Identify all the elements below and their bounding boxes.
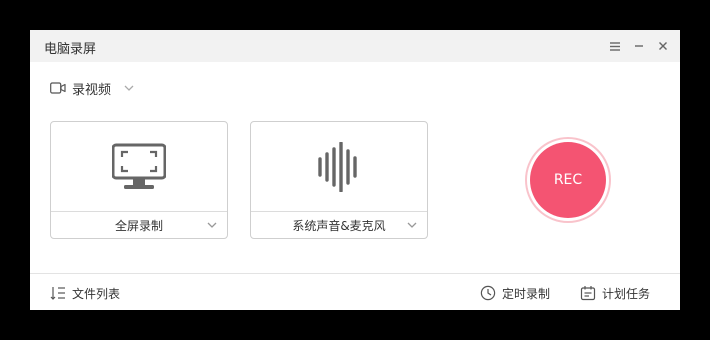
file-list-button[interactable]: 文件列表 bbox=[50, 284, 120, 302]
monitor-fullscreen-icon bbox=[112, 143, 166, 189]
menu-icon bbox=[610, 41, 620, 51]
file-list-label: 文件列表 bbox=[72, 286, 121, 301]
scheduled-record-button[interactable]: 定时录制 bbox=[480, 284, 550, 302]
audio-source-label: 系统声音&麦克风 bbox=[292, 219, 386, 233]
menu-button[interactable] bbox=[606, 36, 624, 56]
scheduled-tasks-label: 计划任务 bbox=[602, 286, 651, 301]
mode-label: 录视频 bbox=[72, 82, 112, 98]
minimize-button[interactable] bbox=[630, 36, 648, 56]
audio-source-card[interactable]: 系统声音&麦克风 bbox=[250, 121, 428, 239]
minimize-icon bbox=[635, 45, 643, 47]
mode-selector[interactable]: 录视频 bbox=[50, 78, 135, 98]
window-title: 电脑录屏 bbox=[44, 42, 97, 57]
audio-waveform-icon bbox=[318, 141, 357, 192]
footer-divider bbox=[30, 273, 680, 274]
close-button[interactable] bbox=[654, 36, 672, 56]
rec-button-ring: REC bbox=[525, 137, 611, 223]
clock-icon bbox=[480, 285, 496, 301]
app-window: 电脑录屏 录视频 全屏录制 系统声音&麦克风 REC 文件列表 定时录制 计划任… bbox=[30, 30, 680, 310]
scheduled-record-label: 定时录制 bbox=[502, 286, 551, 301]
fullscreen-label: 全屏录制 bbox=[114, 219, 163, 233]
chevron-down-icon bbox=[124, 85, 134, 91]
chevron-down-icon[interactable] bbox=[405, 218, 419, 232]
chevron-down-icon[interactable] bbox=[205, 218, 219, 232]
close-icon bbox=[659, 42, 667, 50]
title-bar: 电脑录屏 bbox=[30, 30, 680, 62]
scheduled-tasks-button[interactable]: 计划任务 bbox=[580, 284, 650, 302]
calendar-icon bbox=[580, 286, 596, 301]
sort-list-icon bbox=[50, 287, 65, 300]
rec-button[interactable]: REC bbox=[530, 142, 606, 218]
video-camera-icon bbox=[50, 82, 66, 94]
fullscreen-record-card[interactable]: 全屏录制 bbox=[50, 121, 228, 239]
